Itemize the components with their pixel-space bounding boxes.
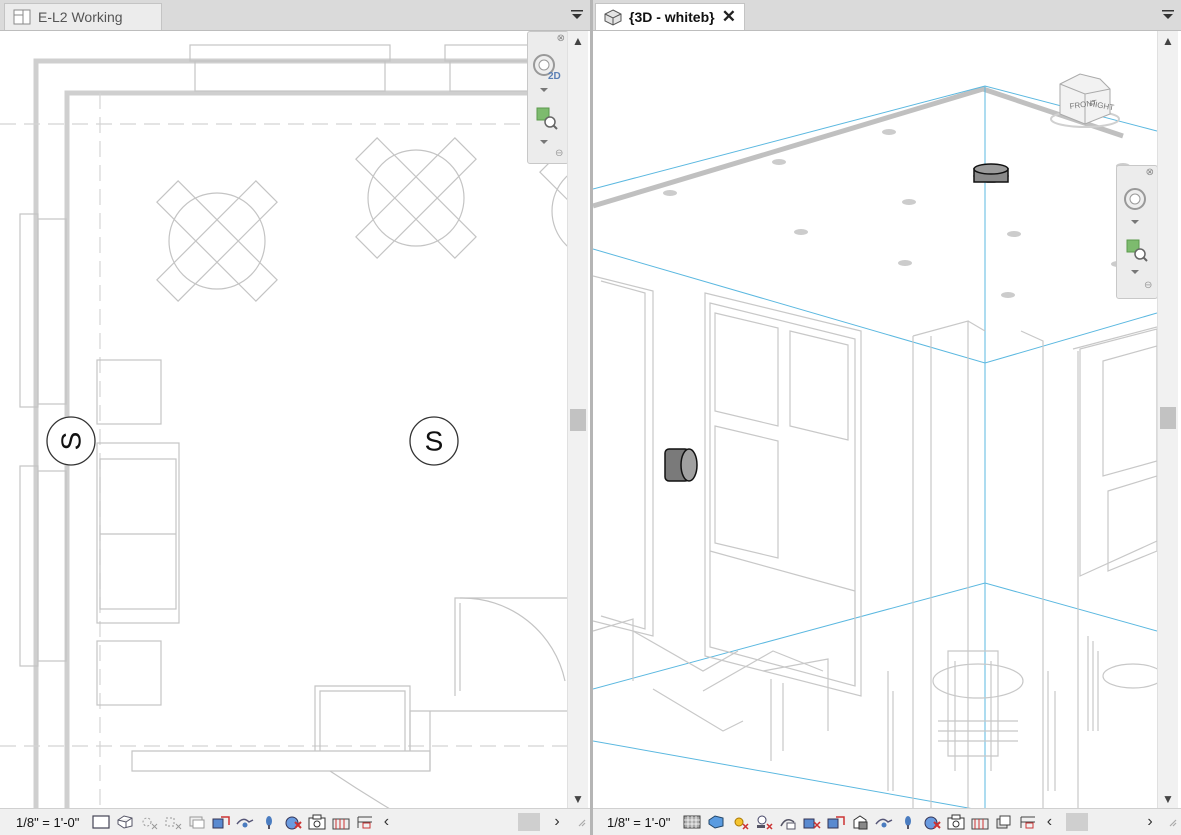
temporary-hide-icon[interactable]: [896, 811, 920, 833]
ceiling-device[interactable]: [973, 163, 1009, 183]
floor-plan-canvas[interactable]: S S ⊗ 2D ⊖: [0, 31, 569, 809]
detail-level-icon[interactable]: [89, 811, 113, 833]
zoom-region-button[interactable]: ⊖: [1117, 238, 1155, 293]
horizontal-scroll-thumb[interactable]: [1066, 813, 1089, 831]
3d-view-icon: [604, 8, 622, 26]
tab-e-l2-working[interactable]: E-L2 Working: [4, 3, 162, 30]
tab-bar-right: {3D - whiteb} ✕: [593, 0, 1181, 31]
scroll-down-icon[interactable]: ▼: [1158, 789, 1178, 809]
zoom-region-button[interactable]: ⊖: [528, 106, 566, 156]
view-control-bar-left: 1/8" = 1'-0" ‹ ›: [0, 808, 590, 835]
steering-wheel-button[interactable]: [1117, 182, 1155, 232]
shadows-icon[interactable]: [752, 811, 776, 833]
close-navbar-icon[interactable]: ⊗: [1146, 167, 1154, 178]
3d-view-pane[interactable]: {3D - whiteb} ✕ FRONT RIGHT ⊗ ⊖ ▲ ▼ 1/8"…: [593, 0, 1181, 835]
scroll-down-icon[interactable]: ▼: [568, 789, 588, 809]
tab-3d-whiteb[interactable]: {3D - whiteb} ✕: [595, 3, 745, 30]
scroll-thumb[interactable]: [570, 409, 586, 431]
temporary-view-properties-icon[interactable]: [305, 811, 329, 833]
vertical-scrollbar-left[interactable]: ▲ ▼: [567, 31, 588, 809]
vertical-scrollbar-right[interactable]: ▲ ▼: [1157, 31, 1178, 809]
show-crop-region-icon[interactable]: [824, 811, 848, 833]
zoom-icon: ⊖: [1126, 239, 1152, 291]
lock-3d-view-icon[interactable]: [848, 811, 872, 833]
crop-view-icon[interactable]: [800, 811, 824, 833]
detail-level-icon[interactable]: [680, 811, 704, 833]
tab-menu-icon[interactable]: [570, 7, 584, 21]
viewcube[interactable]: FRONT RIGHT: [1050, 69, 1120, 129]
reveal-hidden-icon[interactable]: [920, 811, 944, 833]
render-icon[interactable]: [776, 811, 800, 833]
navigation-bar-right: ⊗ ⊖: [1116, 165, 1158, 299]
show-crop-icon[interactable]: [209, 811, 233, 833]
steering-wheel-button[interactable]: 2D: [528, 48, 566, 98]
view-badge-2d: 2D: [548, 71, 561, 82]
tab-bar-left: E-L2 Working: [0, 0, 590, 31]
view-scale[interactable]: 1/8" = 1'-0": [593, 815, 680, 830]
shadows-off-icon[interactable]: [161, 811, 185, 833]
analytical-model-icon[interactable]: [992, 811, 1016, 833]
view-scale[interactable]: 1/8" = 1'-0": [0, 815, 89, 830]
symbol-s-left[interactable]: S: [46, 416, 96, 466]
svg-text:⊖: ⊖: [1144, 280, 1152, 291]
unlock-icon[interactable]: [872, 811, 896, 833]
tab-title: E-L2 Working: [38, 9, 123, 25]
navigation-bar-left: ⊗ 2D ⊖: [527, 31, 569, 164]
close-navbar-icon[interactable]: ⊗: [557, 33, 565, 44]
symbol-s-right-label: S: [425, 426, 444, 457]
tab-menu-icon[interactable]: [1161, 7, 1175, 21]
steering-wheel-icon: 2D: [533, 54, 561, 92]
crop-region-icon[interactable]: [185, 811, 209, 833]
worksharing-display-icon[interactable]: [968, 811, 992, 833]
scroll-left-icon[interactable]: ‹: [1040, 813, 1058, 831]
unlock-3d-icon[interactable]: [233, 811, 257, 833]
scroll-left-icon[interactable]: ‹: [377, 813, 395, 831]
scroll-right-icon[interactable]: ›: [1141, 813, 1159, 831]
resize-grip-icon[interactable]: [1167, 817, 1177, 827]
visual-style-icon[interactable]: [113, 811, 137, 833]
temporary-view-properties-icon[interactable]: [944, 811, 968, 833]
floor-plan-view-icon: [13, 9, 31, 25]
temporary-hide-icon[interactable]: [257, 811, 281, 833]
svg-text:⊖: ⊖: [555, 148, 563, 156]
resize-grip-icon[interactable]: [576, 817, 586, 827]
scroll-thumb[interactable]: [1160, 407, 1176, 429]
scroll-right-icon[interactable]: ›: [548, 813, 566, 831]
horizontal-scroll-thumb[interactable]: [518, 813, 540, 831]
close-icon[interactable]: ✕: [722, 7, 736, 27]
symbol-s-left-label: S: [56, 432, 87, 451]
view-control-bar-right: 1/8" = 1'-0" ‹ ›: [593, 808, 1181, 835]
scroll-up-icon[interactable]: ▲: [568, 31, 588, 51]
3d-view-canvas[interactable]: FRONT RIGHT ⊗ ⊖: [593, 31, 1158, 809]
visual-style-icon[interactable]: [704, 811, 728, 833]
wall-device[interactable]: [664, 448, 698, 482]
reveal-hidden-icon[interactable]: [281, 811, 305, 833]
symbol-s-right[interactable]: S: [409, 416, 459, 466]
sun-path-off-icon[interactable]: [137, 811, 161, 833]
reveal-constraints-icon[interactable]: [1016, 811, 1040, 833]
worksharing-display-icon[interactable]: [329, 811, 353, 833]
scroll-up-icon[interactable]: ▲: [1158, 31, 1178, 51]
reveal-constraints-icon[interactable]: [353, 811, 377, 833]
tab-title: {3D - whiteb}: [629, 9, 715, 25]
floor-plan-view-pane[interactable]: E-L2 Working S S ⊗ 2D ⊖ ▲ ▼ 1/8" = 1'-0"…: [0, 0, 590, 835]
steering-wheel-icon: [1124, 188, 1146, 224]
zoom-icon: ⊖: [536, 107, 563, 156]
sun-path-icon[interactable]: [728, 811, 752, 833]
